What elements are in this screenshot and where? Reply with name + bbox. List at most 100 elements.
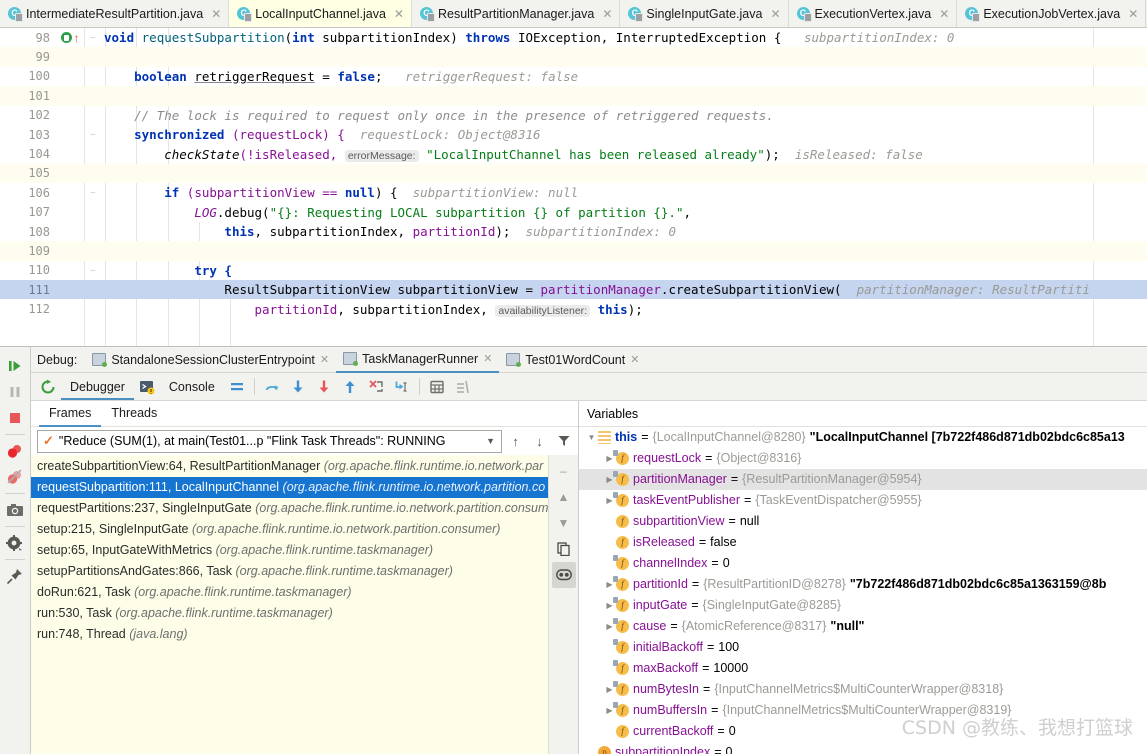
breakpoint-icon[interactable]	[60, 32, 72, 44]
code-keyword: boolean	[134, 68, 195, 84]
drop-frame-icon[interactable]	[363, 374, 389, 400]
chevron-down-icon[interactable]: ▼	[585, 427, 598, 448]
tab-frames[interactable]: Frames	[39, 401, 102, 427]
variable-type: {InputChannelMetrics$MultiCounterWrapper…	[722, 703, 1012, 717]
fold-icon[interactable]: ⎯	[84, 129, 102, 140]
session-tab-test01wordcount[interactable]: Test01WordCount ✕	[499, 347, 646, 373]
close-icon[interactable]: ✕	[770, 7, 780, 21]
frame-item[interactable]: requestPartitions:237, SingleInputGate (…	[31, 498, 548, 519]
close-icon[interactable]: ✕	[939, 7, 949, 21]
variable-row-currentbackoff[interactable]: f currentBackoff = 0	[579, 721, 1147, 742]
step-over-icon[interactable]	[259, 374, 285, 400]
session-tab-standalonesessionclusterentrypoint[interactable]: StandaloneSessionClusterEntrypoint ✕	[85, 347, 336, 373]
frame-item-selected[interactable]: requestSubpartition:111, LocalInputChann…	[31, 477, 548, 498]
editor-tab-executionjobvertex[interactable]: C ExecutionJobVertex.java ✕	[957, 0, 1147, 27]
code-line: 103 ⎯ synchronized (requestLock) { reque…	[0, 125, 1147, 144]
frame-item[interactable]: run:748, Thread (java.lang)	[31, 624, 548, 645]
field-icon: f	[613, 576, 629, 591]
fold-icon[interactable]: ⎯	[84, 265, 102, 276]
variable-row-subpartitionview[interactable]: f subpartitionView = null	[579, 511, 1147, 532]
variable-row-isreleased[interactable]: f isReleased = false	[579, 532, 1147, 553]
inspect-icon[interactable]	[551, 562, 576, 588]
tab-console[interactable]: Console	[160, 374, 224, 400]
variable-value: 0	[728, 724, 736, 738]
view-breakpoints-icon[interactable]	[3, 438, 27, 464]
scroll-down-icon[interactable]: ▼	[552, 510, 576, 536]
step-out-icon[interactable]	[337, 374, 363, 400]
code-text: , subpartitionIndex,	[254, 224, 413, 240]
session-tab-taskmanagerrunner[interactable]: TaskManagerRunner ✕	[336, 347, 500, 373]
stop-icon[interactable]	[3, 405, 27, 431]
code-line: 105	[0, 163, 1147, 184]
editor-tab-intermediateresultpartition[interactable]: C IntermediateResultPartition.java ✕	[0, 0, 230, 27]
editor-tab-executionvertex[interactable]: C ExecutionVertex.java ✕	[788, 0, 958, 27]
frame-item[interactable]: run:530, Task (org.apache.flink.runtime.…	[31, 603, 548, 624]
code-editor[interactable]: 98 ↑ ⎯ void requestSubpartition(int subp…	[0, 28, 1147, 346]
line-markers[interactable]: ↑	[56, 32, 84, 44]
close-icon[interactable]: ✕	[394, 7, 404, 21]
pin-icon[interactable]	[3, 563, 27, 589]
equals-sign: =	[641, 430, 649, 444]
frame-item[interactable]: createSubpartitionView:64, ResultPartiti…	[31, 456, 548, 477]
resume-program-icon[interactable]	[3, 353, 27, 379]
collapse-icon[interactable]: –	[552, 458, 576, 484]
variable-row-taskeventpublisher[interactable]: ▶ f taskEventPublisher = {TaskEventDispa…	[579, 490, 1147, 511]
fold-icon[interactable]: ⎯	[84, 32, 102, 43]
copy-stack-icon[interactable]	[552, 536, 576, 562]
variable-row-cause[interactable]: ▶ f cause = {AtomicReference@8317} "null…	[579, 616, 1147, 637]
close-icon[interactable]: ✕	[1128, 7, 1138, 21]
frame-item[interactable]: setup:215, SingleInputGate (org.apache.f…	[31, 519, 548, 540]
close-icon[interactable]: ✕	[630, 353, 639, 366]
frames-list[interactable]: createSubpartitionView:64, ResultPartiti…	[31, 455, 548, 754]
console-icon[interactable]	[134, 374, 160, 400]
variable-row-initialbackoff[interactable]: f initialBackoff = 100	[579, 637, 1147, 658]
tab-threads[interactable]: Threads	[101, 401, 167, 427]
fold-icon[interactable]: ⎯	[84, 187, 102, 198]
editor-tab-singleinputgate[interactable]: C SingleInputGate.java ✕	[620, 0, 789, 27]
variables-list[interactable]: ▼ o this = {LocalInputChannel@8280} "Loc…	[579, 427, 1147, 754]
variable-row-inputgate[interactable]: ▶ f inputGate = {SingleInputGate@8285}	[579, 595, 1147, 616]
chevron-down-icon[interactable]: ▼	[486, 436, 499, 446]
close-icon[interactable]: ✕	[602, 7, 612, 21]
close-icon[interactable]: ✕	[320, 353, 329, 366]
close-icon[interactable]: ✕	[483, 352, 492, 365]
settings-gear-icon[interactable]	[3, 530, 27, 556]
code-line: 100 boolean retriggerRequest = false; re…	[0, 67, 1147, 86]
filter-icon[interactable]	[553, 430, 574, 453]
variable-type: {ResultPartitionManager@5954}	[742, 472, 922, 486]
variable-row-this[interactable]: ▼ o this = {LocalInputChannel@8280} "Loc…	[579, 427, 1147, 448]
camera-icon[interactable]	[3, 497, 27, 523]
variable-row-channelindex[interactable]: f channelIndex = 0	[579, 553, 1147, 574]
arrow-up-icon[interactable]: ↑	[505, 430, 526, 453]
thread-selector[interactable]: ✓ "Reduce (SUM(1), at main(Test01...p "F…	[37, 429, 502, 453]
editor-tab-localinputchannel[interactable]: C LocalInputChannel.java ✕	[229, 0, 412, 27]
line-number: 103	[0, 127, 56, 142]
variable-row-partitionmanager[interactable]: ▶ f partitionManager = {ResultPartitionM…	[579, 469, 1147, 490]
run-to-cursor-icon[interactable]	[389, 374, 415, 400]
variable-row-numbytesin[interactable]: ▶ f numBytesIn = {InputChannelMetrics$Mu…	[579, 679, 1147, 700]
editor-tab-resultpartitionmanager[interactable]: C ResultPartitionManager.java ✕	[411, 0, 621, 27]
variable-row-requestlock[interactable]: ▶ f requestLock = {Object@8316}	[579, 448, 1147, 469]
mute-breakpoints-icon[interactable]	[450, 374, 476, 400]
close-icon[interactable]: ✕	[211, 7, 221, 21]
variable-row-maxbackoff[interactable]: f maxBackoff = 10000	[579, 658, 1147, 679]
divider	[5, 526, 25, 527]
frame-item[interactable]: setup:65, InputGateWithMetrics (org.apac…	[31, 540, 548, 561]
frame-item[interactable]: doRun:621, Task (org.apache.flink.runtim…	[31, 582, 548, 603]
evaluate-expression-icon[interactable]	[424, 374, 450, 400]
pause-program-icon[interactable]	[3, 379, 27, 405]
layout-icon[interactable]	[224, 374, 250, 400]
variable-row-numbuffersin[interactable]: ▶ f numBuffersIn = {InputChannelMetrics$…	[579, 700, 1147, 721]
rerun-icon[interactable]	[35, 374, 61, 400]
variable-row-subpartitionindex[interactable]: p subpartitionIndex = 0	[579, 742, 1147, 754]
scroll-up-icon[interactable]: ▲	[552, 484, 576, 510]
force-step-into-icon[interactable]	[311, 374, 337, 400]
mute-breakpoints-icon[interactable]	[3, 464, 27, 490]
parameter-hint-chip: availabilityListener:	[495, 304, 591, 317]
tab-debugger[interactable]: Debugger	[61, 374, 134, 400]
step-into-icon[interactable]	[285, 374, 311, 400]
frame-item[interactable]: setupPartitionsAndGates:866, Task (org.a…	[31, 561, 548, 582]
variable-row-partitionid[interactable]: ▶ f partitionId = {ResultPartitionID@827…	[579, 574, 1147, 595]
variable-name: partitionManager	[633, 472, 727, 486]
arrow-down-icon[interactable]: ↓	[529, 430, 550, 453]
